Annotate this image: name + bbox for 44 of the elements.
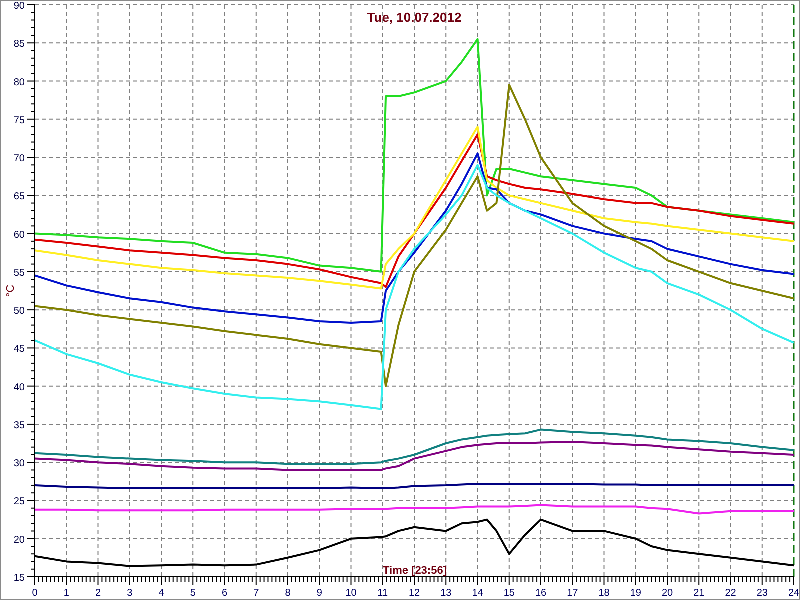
x-tick-label: 11 bbox=[378, 588, 388, 599]
x-tick-label: 6 bbox=[222, 588, 228, 599]
y-tick-label: 15 bbox=[14, 573, 25, 584]
y-tick-label: 35 bbox=[14, 420, 25, 432]
y-tick-label: 40 bbox=[14, 382, 25, 394]
y-tick-label: 25 bbox=[14, 496, 25, 508]
x-tick-label: 20 bbox=[662, 588, 674, 599]
x-tick-label: 12 bbox=[408, 588, 420, 599]
x-tick-label: 7 bbox=[254, 588, 260, 599]
x-tick-label: 23 bbox=[756, 588, 768, 599]
x-tick-label: 21 bbox=[694, 588, 705, 599]
y-tick-label: 90 bbox=[14, 1, 25, 12]
x-tick-label: 3 bbox=[127, 588, 133, 599]
y-tick-label: 70 bbox=[14, 154, 25, 165]
x-tick-label: 0 bbox=[32, 588, 38, 599]
x-tick-label: 9 bbox=[316, 588, 322, 599]
x-tick-label: 15 bbox=[504, 588, 515, 599]
x-tick-label: 22 bbox=[725, 588, 736, 599]
x-tick-label: 8 bbox=[285, 588, 291, 599]
y-tick-label: 85 bbox=[14, 39, 25, 50]
x-tick-label: 5 bbox=[190, 588, 196, 599]
x-tick-label: 10 bbox=[346, 588, 357, 599]
y-tick-label: 20 bbox=[14, 534, 25, 546]
x-tick-label: 1 bbox=[64, 588, 70, 599]
y-tick-label: 75 bbox=[14, 115, 25, 126]
y-tick-label: 50 bbox=[14, 306, 25, 318]
x-tick-label: 13 bbox=[440, 588, 452, 599]
y-tick-label: 55 bbox=[14, 268, 25, 279]
y-tick-label: 65 bbox=[14, 192, 25, 203]
x-tick-label: 14 bbox=[472, 588, 484, 599]
chart-title: Tue, 10.07.2012 bbox=[367, 10, 462, 25]
y-tick-label: 60 bbox=[14, 230, 25, 241]
axis-title: °C bbox=[5, 284, 17, 298]
y-tick-label: 45 bbox=[14, 344, 25, 356]
axis-title: Time [23:56] bbox=[383, 565, 447, 577]
y-tick-label: 80 bbox=[14, 77, 25, 88]
x-tick-label: 17 bbox=[567, 588, 578, 599]
x-tick-label: 2 bbox=[95, 588, 102, 599]
x-tick-label: 4 bbox=[158, 588, 164, 599]
x-tick-label: 18 bbox=[598, 588, 610, 599]
x-tick-label: 19 bbox=[630, 588, 642, 599]
x-tick-label: 24 bbox=[788, 588, 799, 599]
y-tick-label: 30 bbox=[14, 458, 25, 470]
x-tick-label: 16 bbox=[535, 588, 547, 599]
